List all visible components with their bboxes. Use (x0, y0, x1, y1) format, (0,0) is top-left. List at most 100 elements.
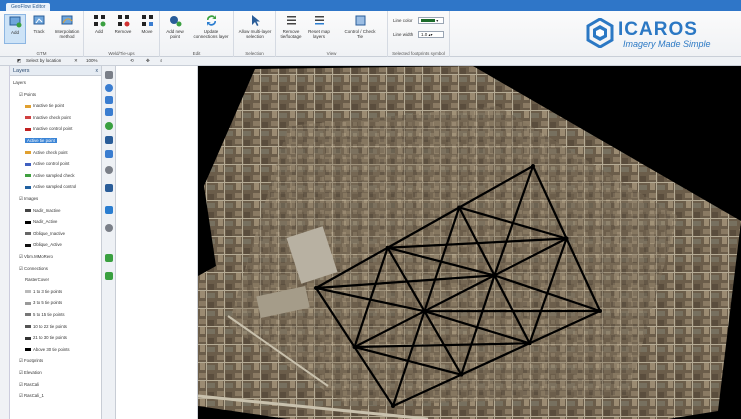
layer-item[interactable]: Active control point (25, 161, 69, 166)
left-dock-edge (0, 66, 10, 419)
remove-tie-footage-button[interactable]: Remove tie/footage (278, 14, 304, 44)
map-tool-icon[interactable] (105, 206, 113, 214)
grid-remove-icon (117, 15, 129, 27)
layer-item[interactable]: ☑ Elevation (19, 370, 42, 375)
layers-panel: Layers x Layers ☑ Points Inactive tie poin… (10, 66, 102, 419)
legend-swatch-icon (25, 232, 31, 236)
image-center-point[interactable] (459, 372, 464, 377)
select-by-location-button[interactable]: Select by location (26, 58, 61, 63)
line-width-select[interactable]: 1.0 ▴▾ (418, 31, 444, 38)
map-tool-icon[interactable] (105, 71, 113, 79)
map-tool-icon[interactable] (105, 96, 113, 104)
image-center-point[interactable] (531, 164, 535, 168)
gtm-track-button[interactable]: Track (28, 14, 50, 44)
gtm-interpolation-button[interactable]: Interpolation method (54, 14, 80, 44)
pan-icon[interactable]: ✥ (146, 58, 150, 64)
multi-layer-selection-button[interactable]: Allow multi-layer selection (237, 14, 273, 44)
layer-item[interactable]: RasterCover (25, 277, 49, 282)
layer-item[interactable]: ☑ Footprints (19, 358, 43, 363)
weld-remove-label: Remove (114, 29, 132, 34)
layer-item[interactable]: Active check point (25, 150, 68, 155)
layer-item[interactable]: 21 to 30 tie points (25, 335, 67, 340)
line-color-picker[interactable]: ▾ (418, 17, 444, 24)
legend-swatch-icon (25, 185, 31, 189)
gtm-add-button[interactable]: Add (4, 14, 26, 44)
cursor-select-icon (251, 15, 260, 26)
weld-add-button[interactable]: Add (88, 14, 110, 44)
layer-item[interactable]: 3 to 5 tie points (25, 300, 62, 305)
legend-swatch-icon (25, 150, 31, 154)
layer-item[interactable]: 1 to 3 tie points (25, 289, 62, 294)
layer-item[interactable]: ☑ Connections (19, 266, 48, 271)
map-tool-icon[interactable] (105, 108, 113, 116)
layer-item[interactable]: Inactive tie point (25, 103, 64, 108)
select-icon[interactable]: ◩ (17, 58, 21, 64)
layer-item[interactable]: Inactive check point (25, 115, 71, 120)
layer-item[interactable]: 10 to 22 tie points (25, 324, 67, 329)
map-tool-icon[interactable] (105, 224, 113, 232)
layer-item[interactable]: 5 to 15 tie points (25, 312, 65, 317)
map-tool-icon[interactable] (105, 272, 113, 280)
image-center-point[interactable] (564, 236, 569, 241)
layer-label: Points (24, 91, 36, 97)
map-canvas[interactable] (198, 66, 741, 419)
layer-item[interactable]: ☑ RasCali_1 (19, 393, 44, 398)
zoom-select[interactable]: 100% (86, 58, 98, 63)
image-center-point[interactable] (598, 309, 602, 313)
map-tool-icon[interactable] (105, 150, 113, 158)
layer-item[interactable]: Active tie point (25, 138, 57, 143)
weld-move-button[interactable]: Move (136, 14, 158, 44)
image-center-point[interactable] (457, 205, 462, 210)
layer-item[interactable]: Inactive control point (25, 126, 72, 131)
close-icon[interactable]: ✕ (74, 58, 78, 64)
layer-item[interactable]: Layers (13, 80, 26, 85)
image-center-point[interactable] (314, 286, 318, 290)
spinner-icon: ▴▾ (428, 32, 433, 37)
layer-item[interactable]: ☑ Vbm.MMoRero (19, 254, 53, 259)
ribbon-tab[interactable]: GeoFlow Editor (6, 3, 51, 11)
layer-item[interactable]: Oblique_Inactive (25, 231, 65, 236)
layers-reset-icon (314, 16, 324, 25)
image-center-point[interactable] (391, 404, 395, 408)
weld-remove-button[interactable]: Remove (112, 14, 134, 44)
close-icon[interactable]: x (96, 68, 99, 74)
layer-item[interactable]: Nadir_Inactive (25, 208, 60, 213)
image-center-point[interactable] (352, 345, 357, 349)
image-center-point[interactable] (527, 341, 532, 346)
layer-item[interactable]: Active sampled control (25, 184, 76, 189)
layer-item[interactable]: Oblique_Active (25, 242, 62, 247)
layer-item[interactable]: Active sampled check (25, 173, 75, 178)
legend-swatch-icon (25, 162, 31, 166)
layer-item[interactable]: Above 30 tie points (25, 347, 70, 352)
color-swatch (421, 19, 435, 23)
map-tool-icon[interactable] (105, 184, 113, 192)
control-check-icon (355, 15, 365, 26)
refresh-icon[interactable]: ⟲ (130, 58, 134, 64)
image-center-point[interactable] (385, 245, 390, 250)
map-tool-icon[interactable] (105, 166, 113, 174)
map-tool-icon[interactable] (105, 84, 113, 92)
map-tool-icon[interactable] (105, 122, 113, 130)
layer-item[interactable]: ☑ Images (19, 196, 38, 201)
map-view[interactable] (198, 66, 741, 419)
layer-item[interactable]: Nadir_Active (25, 219, 57, 224)
layer-item[interactable]: ☑ RasCali (19, 382, 39, 387)
reset-map-layers-button[interactable]: Reset map layers (306, 14, 332, 44)
image-center-point[interactable] (422, 309, 427, 314)
add-new-point-button[interactable]: Add new point (162, 14, 188, 44)
map-tool-icon[interactable] (105, 254, 113, 262)
logo: ICAROS Imagery Made Simple (585, 16, 735, 50)
layer-item[interactable]: ☑ Points (19, 92, 36, 97)
control-check-button[interactable]: Control / Check Tie (336, 14, 384, 44)
legend-swatch-icon (25, 104, 31, 108)
image-center-point[interactable] (492, 273, 497, 278)
update-connections-button[interactable]: Update connections layer (192, 14, 230, 44)
legend-swatch-icon (25, 174, 31, 178)
logo-brand: ICAROS (618, 19, 698, 40)
multi-layer-selection-label: Allow multi-layer selection (238, 29, 272, 39)
zoom-icon[interactable]: ⌕ (160, 58, 163, 63)
map-tool-icon[interactable] (105, 136, 113, 144)
weld-move-label: Move (141, 29, 153, 34)
layer-label: RasterCover (25, 277, 50, 283)
legend-swatch-icon (25, 208, 31, 212)
